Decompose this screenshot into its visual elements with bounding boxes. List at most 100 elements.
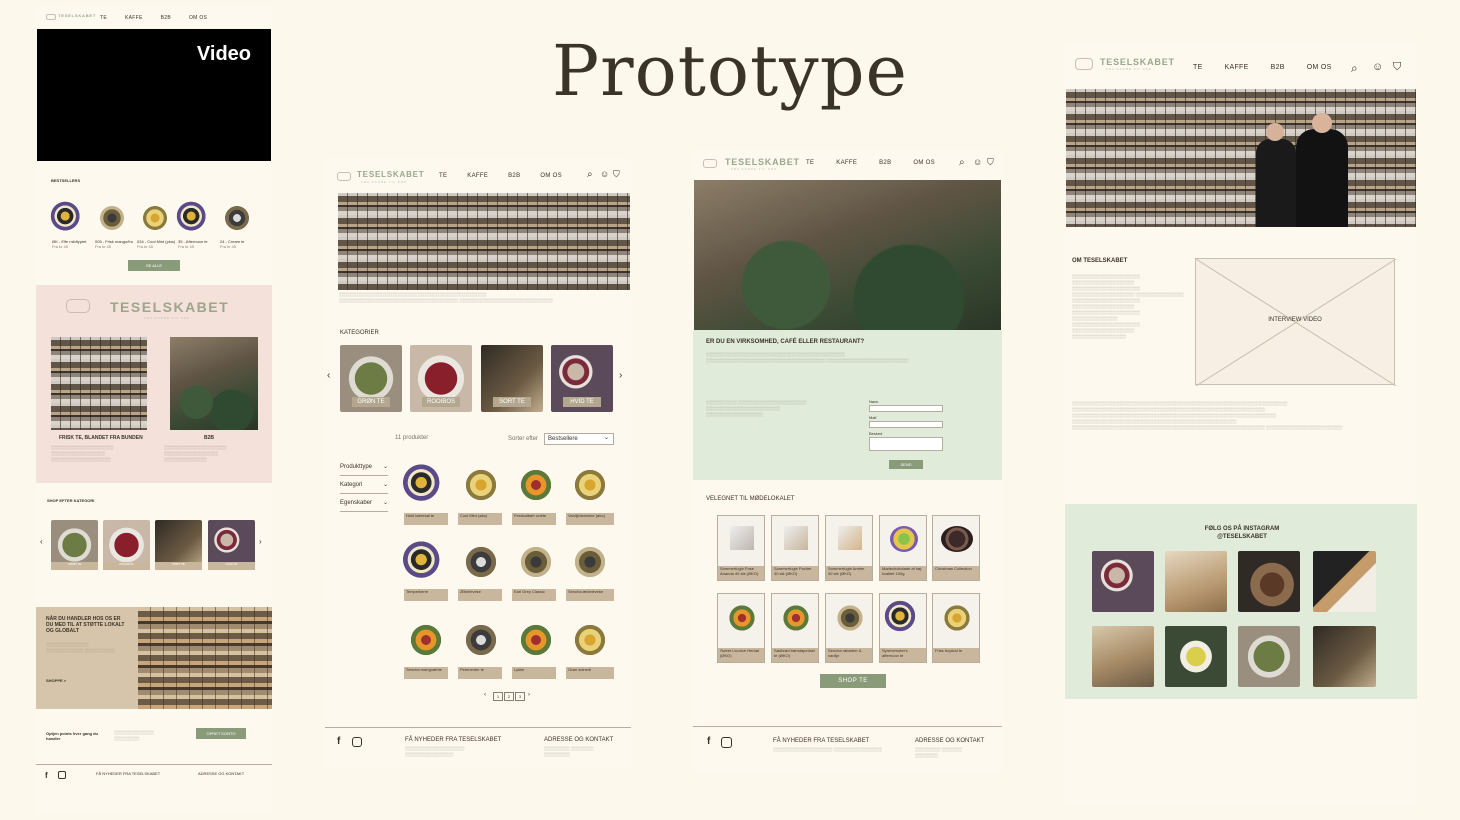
nav-om-os[interactable]: OM OS <box>540 173 562 179</box>
promo-left-title[interactable]: FRISK TE, BLANDET FRA BUNDEN <box>59 435 143 441</box>
promo-right-title[interactable]: B2B <box>204 435 214 441</box>
message-field[interactable] <box>869 437 943 451</box>
facebook-icon[interactable]: f <box>337 737 340 747</box>
cart-icon[interactable]: ⛉ <box>987 158 994 167</box>
category-card-rooibos[interactable]: ROOIBOS <box>410 345 472 412</box>
product-card[interactable]: Sweet Licorice Herbal (ØKO) <box>717 593 765 663</box>
read-more-link[interactable]: SHOPPE > <box>46 678 66 684</box>
product-image[interactable] <box>218 199 256 237</box>
product-card[interactable]: Sencha rabarber & vanilje <box>825 593 873 663</box>
page-3-button[interactable]: 3 <box>515 692 525 701</box>
cart-icon[interactable]: ⛉ <box>1393 62 1401 73</box>
instagram-post[interactable] <box>1165 551 1227 612</box>
instagram-post[interactable] <box>1092 626 1154 687</box>
cart-icon[interactable]: ⛉ <box>613 170 620 179</box>
product-card[interactable]: Sommerfugle Amber 40 stk (ØKO) <box>825 515 873 581</box>
nav-te[interactable]: TE <box>439 173 447 179</box>
instagram-post[interactable] <box>1165 626 1227 687</box>
product-card[interactable]: Hold kæresøl te <box>404 513 448 525</box>
instagram-post[interactable] <box>1238 626 1300 687</box>
see-all-button[interactable]: SE ALLE <box>128 260 180 271</box>
create-account-button[interactable]: OPRET KONTO <box>196 728 246 739</box>
brand-logo[interactable]: TESELSKABET <box>1100 57 1175 67</box>
brand-logo[interactable]: TESELSKABET <box>357 170 424 179</box>
facebook-icon[interactable]: f <box>707 737 710 747</box>
user-icon[interactable]: ☺ <box>973 158 982 167</box>
instagram-post[interactable] <box>1238 551 1300 612</box>
chevron-left-icon[interactable]: ‹ <box>484 692 486 700</box>
instagram-post[interactable] <box>1092 551 1154 612</box>
nav-om-os[interactable]: OM OS <box>913 160 935 166</box>
nav-te[interactable]: TE <box>1193 64 1203 71</box>
product-card[interactable]: Cool Mint (øko) <box>458 513 502 525</box>
product-card[interactable]: Sencha æbleleveke <box>566 589 614 601</box>
product-card[interactable]: Madechokolade af høj kvalitet 100g <box>879 515 927 581</box>
instagram-post[interactable] <box>1313 626 1376 687</box>
user-icon[interactable]: ☺ <box>600 170 609 179</box>
facebook-icon[interactable]: f <box>45 772 48 780</box>
product-image[interactable] <box>136 199 174 237</box>
product-image[interactable] <box>457 461 505 509</box>
name-field[interactable] <box>869 405 943 412</box>
product-card[interactable]: Grøn solnedl <box>566 667 614 679</box>
nav-kaffe[interactable]: KAFFE <box>125 15 143 21</box>
category-card-white-tea[interactable]: HVID TE <box>551 345 613 412</box>
nav-kaffe[interactable]: KAFFE <box>467 173 488 179</box>
product-card[interactable]: Festivalbær urtete <box>512 513 556 525</box>
chevron-left-icon[interactable]: ‹ <box>40 538 43 546</box>
category-card[interactable]: HVID TE <box>208 520 255 570</box>
chevron-right-icon[interactable]: › <box>619 371 622 381</box>
product-image[interactable] <box>50 199 88 237</box>
instagram-icon[interactable] <box>721 737 732 748</box>
filter-category[interactable]: Kategori ⌄ <box>340 482 388 494</box>
product-image[interactable] <box>566 461 614 509</box>
instagram-icon[interactable] <box>58 771 66 779</box>
chevron-right-icon[interactable]: › <box>259 538 262 546</box>
product-card[interactable]: Syrenemoter's afternoon te <box>879 593 927 663</box>
product-card[interactable]: Tempelherre <box>404 589 448 601</box>
search-icon[interactable]: ⌕ <box>587 170 593 180</box>
product-image[interactable] <box>402 616 450 664</box>
product-image[interactable] <box>512 538 560 586</box>
email-field[interactable] <box>869 421 943 428</box>
sort-select[interactable]: Bestsellere ⌄ <box>544 433 614 445</box>
product-card[interactable]: Vaniljedrømme (øko) <box>566 513 614 525</box>
product-image[interactable] <box>93 199 131 237</box>
search-icon[interactable]: ⌕ <box>1351 62 1358 74</box>
nav-kaffe[interactable]: KAFFE <box>836 160 857 166</box>
nav-om-os[interactable]: OM OS <box>1307 64 1332 71</box>
product-image[interactable] <box>402 538 450 586</box>
nav-te[interactable]: TE <box>806 160 814 166</box>
nav-te[interactable]: TE <box>100 15 107 21</box>
product-image[interactable] <box>457 538 505 586</box>
search-icon[interactable]: ⌕ <box>959 158 965 168</box>
chevron-right-icon[interactable]: › <box>528 692 530 700</box>
page-1-button[interactable]: 1 <box>493 692 503 701</box>
product-card[interactable]: Sommerfugle Pose Ananda 40 stk (ØKO) <box>717 515 765 581</box>
nav-b2b[interactable]: B2B <box>879 160 891 166</box>
user-icon[interactable]: ☺ <box>1372 62 1383 73</box>
nav-b2b[interactable]: B2B <box>161 15 171 21</box>
product-image[interactable] <box>566 616 614 664</box>
filter-product-type[interactable]: Produkttype ⌄ <box>340 464 388 476</box>
shop-tea-button[interactable]: SHOP TE <box>820 674 886 688</box>
product-card[interactable]: Christmas Collection <box>932 515 980 581</box>
instagram-post[interactable] <box>1313 551 1376 612</box>
hero-video[interactable]: Video <box>37 29 271 161</box>
category-card[interactable]: SORT TE <box>155 520 202 570</box>
product-card[interactable]: Æbleleveke <box>458 589 502 601</box>
chevron-left-icon[interactable]: ‹ <box>327 371 330 381</box>
nav-b2b[interactable]: B2B <box>1271 64 1285 71</box>
brand-logo[interactable]: TESELSKABET <box>725 157 800 167</box>
product-card[interactable]: Lykke <box>512 667 556 679</box>
product-image[interactable] <box>176 199 214 237</box>
product-image[interactable] <box>512 616 560 664</box>
category-card[interactable]: ROOIBOS <box>103 520 150 570</box>
send-button[interactable]: SEND <box>889 460 923 469</box>
product-card[interactable]: Sommerfugle Pochet 40 stk (ØKO) <box>771 515 819 581</box>
category-card[interactable]: GRØN TE <box>51 520 98 570</box>
nav-om-os[interactable]: OM OS <box>189 15 207 21</box>
page-2-button[interactable]: 2 <box>504 692 514 701</box>
product-image[interactable] <box>457 616 505 664</box>
product-card[interactable]: Pebmenter te <box>458 667 502 679</box>
